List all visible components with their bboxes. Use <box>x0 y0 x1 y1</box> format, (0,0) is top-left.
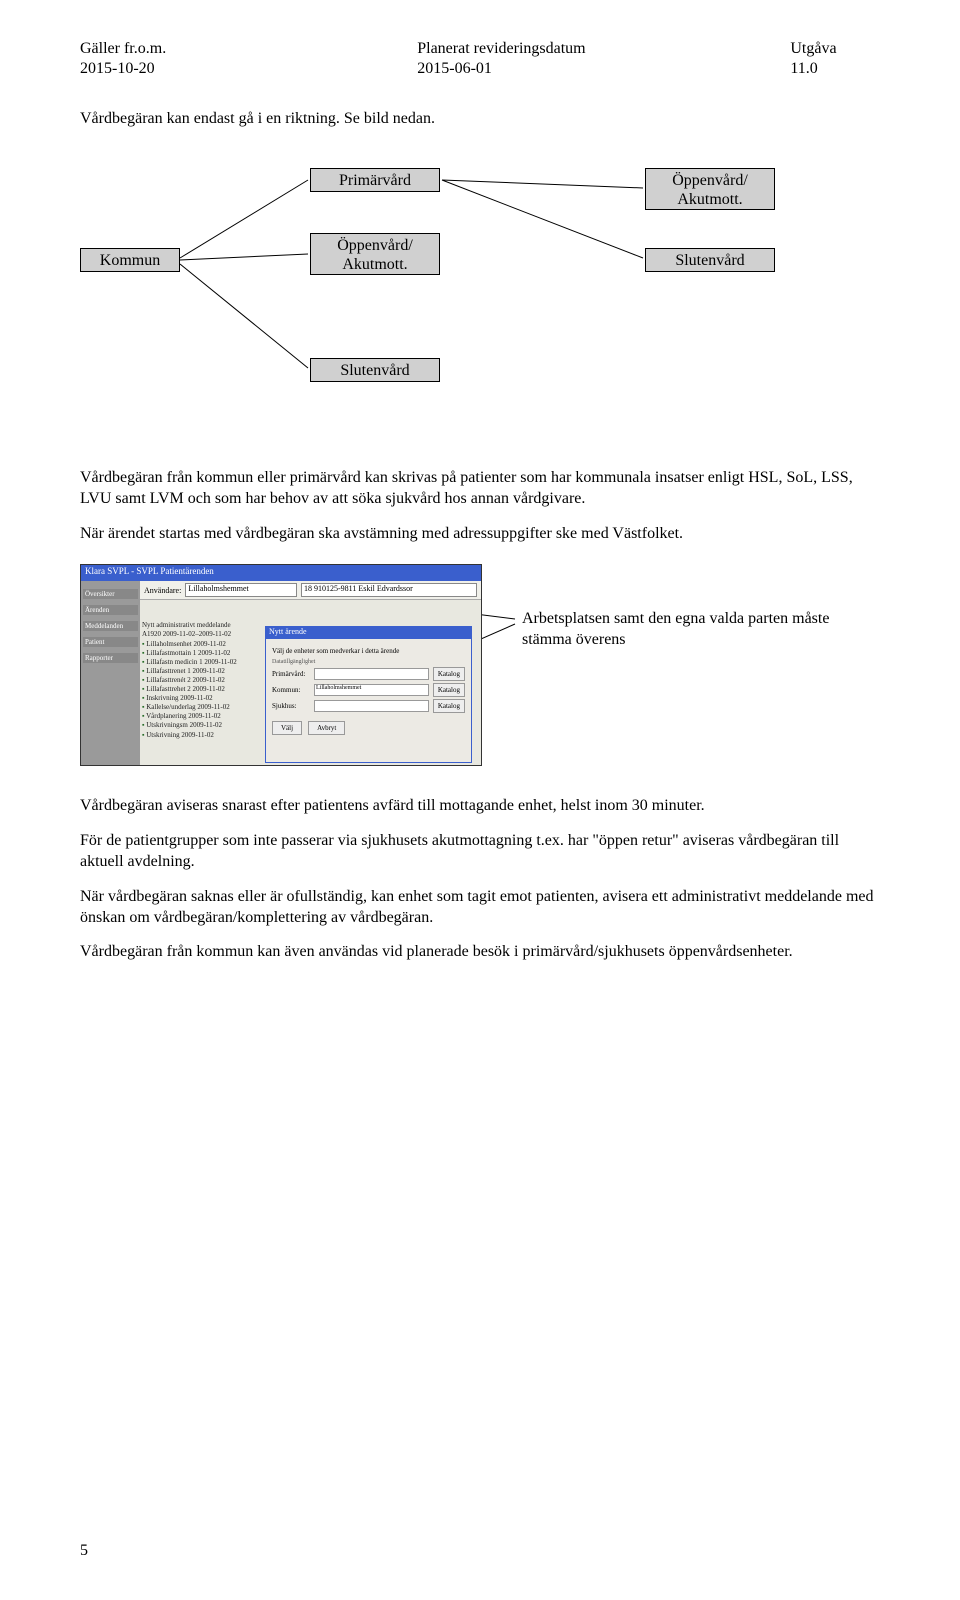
katalog-button[interactable]: Katalog <box>433 667 465 681</box>
header-value-2: 2015-06-01 <box>417 60 650 78</box>
page-number: 5 <box>80 1542 88 1560</box>
dialog-prompt: Välj de enheter som medverkar i detta är… <box>272 647 465 655</box>
sidebar-item[interactable]: Patient <box>83 637 138 647</box>
tree-root[interactable]: A1920 2009-11-02–2009-11-02 <box>142 630 262 639</box>
app-sidebar: Översikter Ärenden Meddelanden Patient R… <box>81 581 140 765</box>
sidebar-item[interactable]: Ärenden <box>83 605 138 615</box>
paragraph-4: För de patientgrupper som inte passerar … <box>80 831 880 873</box>
callout-text: Arbetsplatsen samt den egna valda parten… <box>522 609 842 651</box>
tree-item[interactable]: ▪ Utskrivningsm 2009-11-02 <box>142 721 262 730</box>
avbryt-button[interactable]: Avbryt <box>308 721 345 735</box>
field-patient[interactable]: 18 910125-9811 Eskil Edvardssor <box>301 583 477 597</box>
tree-item[interactable]: ▪ Lillafasttrehet 2 2009-11-02 <box>142 685 262 694</box>
header-value-3: 11.0 <box>790 60 880 78</box>
paragraph-5: När vårdbegäran saknas eller är ofullstä… <box>80 887 880 929</box>
header-label-1: Gäller fr.o.m. <box>80 40 277 58</box>
field-primarvard[interactable] <box>314 668 429 680</box>
tree-item[interactable]: ▪ Lillafastn medicin 1 2009-11-02 <box>142 658 262 667</box>
diagram-box-kommun: Kommun <box>80 248 180 272</box>
paragraph-3: Vårdbegäran aviseras snarast efter patie… <box>80 796 880 817</box>
field-arbetsplats[interactable]: Lillaholmshemmet <box>185 583 297 597</box>
field-sjukhus[interactable] <box>314 700 429 712</box>
diagram-box-oppenvard-right: Öppenvård/ Akutmott. <box>645 168 775 210</box>
new-case-dialog: Nytt ärende Välj de enheter som medverka… <box>265 626 472 763</box>
tree-item[interactable]: ▪ Lillafastmottain 1 2009-11-02 <box>142 649 262 658</box>
tree-item[interactable]: ▪ Lillaholmsenhet 2009-11-02 <box>142 640 262 649</box>
sidebar-item[interactable]: Rapporter <box>83 653 138 663</box>
dialog-title: Nytt ärende <box>266 627 471 639</box>
diagram-box-slutenvard-left: Slutenvård <box>310 358 440 382</box>
tree-item[interactable]: ▪ Kallelse/underlag 2009-11-02 <box>142 703 262 712</box>
case-tree: Nytt administrativt meddelande A1920 200… <box>142 621 262 739</box>
screenshot-figure: Klara SVPL - SVPL Patientärenden Översik… <box>80 564 880 766</box>
header-label-2: Planerat revideringsdatum <box>417 40 650 58</box>
header-value-1: 2015-10-20 <box>80 60 277 78</box>
tree-action[interactable]: Nytt administrativt meddelande <box>142 621 262 630</box>
diagram-box-oppenvard-left: Öppenvård/ Akutmott. <box>310 233 440 275</box>
label-sjukhus: Sjukhus: <box>272 702 310 710</box>
sidebar-item[interactable]: Översikter <box>83 589 138 599</box>
sidebar-item[interactable]: Meddelanden <box>83 621 138 631</box>
paragraph-6: Vårdbegäran från kommun kan även använda… <box>80 942 880 963</box>
paragraph-2: När ärendet startas med vårdbegäran ska … <box>80 524 880 545</box>
tree-item[interactable]: ▪ Inskrivning 2009-11-02 <box>142 694 262 703</box>
katalog-button[interactable]: Katalog <box>433 699 465 713</box>
app-screenshot: Klara SVPL - SVPL Patientärenden Översik… <box>80 564 482 766</box>
field-kommun[interactable]: Lillaholmshemmet <box>314 684 429 696</box>
label-anvandare: Användare: <box>144 586 181 595</box>
katalog-button[interactable]: Katalog <box>433 683 465 697</box>
flow-diagram: Kommun Primärvård Öppenvård/ Akutmott. S… <box>80 158 880 438</box>
paragraph-1: Vårdbegäran från kommun eller primärvård… <box>80 468 880 510</box>
dialog-subhead: Datatillgänglighet <box>272 659 465 665</box>
intro-text: Vårdbegäran kan endast gå i en riktning.… <box>80 110 880 128</box>
tree-item[interactable]: ▪ Lillafasttrenét 2 2009-11-02 <box>142 676 262 685</box>
tree-item[interactable]: ▪ Vårdplanering 2009-11-02 <box>142 712 262 721</box>
tree-item[interactable]: ▪ Lillafasttrenet 1 2009-11-02 <box>142 667 262 676</box>
label-primarvard: Primärvård: <box>272 670 310 678</box>
valj-button[interactable]: Välj <box>272 721 302 735</box>
label-kommun: Kommun: <box>272 686 310 694</box>
tree-item[interactable]: ▪ Utskrivning 2009-11-02 <box>142 731 262 740</box>
header-label-3: Utgåva <box>790 40 880 58</box>
diagram-box-slutenvard-right: Slutenvård <box>645 248 775 272</box>
diagram-box-primarvard: Primärvård <box>310 168 440 192</box>
